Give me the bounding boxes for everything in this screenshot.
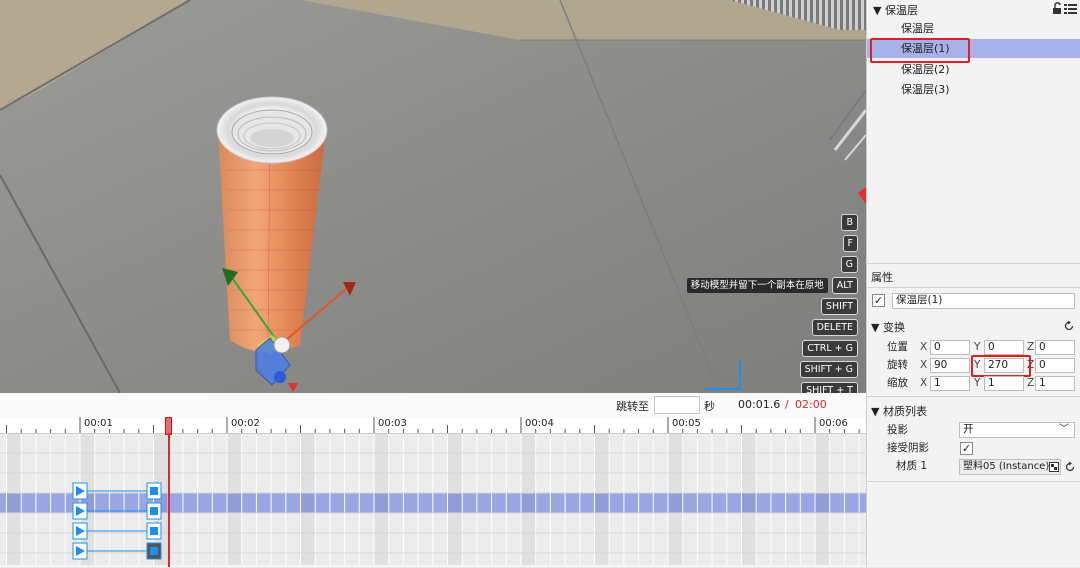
unlock-icon[interactable]: [1053, 2, 1061, 14]
scene-viewport[interactable]: B F G 移动模型并留下一个副本在原地 ALT SHIFT DELETE CT…: [0, 0, 866, 393]
scale-z-field[interactable]: 1: [1035, 376, 1075, 391]
hotkey-list: B F G 移动模型并留下一个副本在原地 ALT SHIFT DELETE CT…: [686, 214, 858, 393]
hotkey-g[interactable]: G: [840, 256, 858, 273]
hierarchy-item-label: 保温层(3): [901, 83, 950, 96]
ruler-label: 00:02: [231, 418, 260, 429]
hotkey-f[interactable]: F: [842, 235, 858, 252]
properties-header: 属性: [871, 271, 893, 284]
alt-tooltip: 移动模型并留下一个副本在原地: [686, 278, 828, 293]
divider: [867, 396, 1080, 397]
shadow-select-value: 开: [963, 423, 974, 435]
transform-title: 变换: [882, 321, 905, 334]
hotkey-ctrl-g[interactable]: CTRL + G: [802, 340, 858, 357]
chevron-down-icon: ﹀: [1059, 424, 1069, 435]
timeline-panel: 跳转至 秒 00:01.6 / 02:00 00:01 00:02 00:03 …: [0, 393, 866, 568]
hotkey-shift-g[interactable]: SHIFT + G: [799, 361, 858, 378]
ruler-ticks: [6, 417, 860, 433]
hierarchy-root-label: 保温层: [884, 4, 918, 17]
axis-x-label: X: [920, 341, 928, 353]
position-x-field[interactable]: 0: [930, 340, 970, 355]
object-enabled-checkbox[interactable]: ✓: [872, 294, 885, 307]
hotkey-alt[interactable]: ALT: [831, 277, 858, 294]
shadow-label: 投影: [887, 424, 908, 436]
axis-z-label: Z: [1027, 341, 1035, 353]
timeline-header: 跳转至 秒 00:01.6 / 02:00: [0, 393, 866, 417]
keyframes-layer: [72, 482, 162, 560]
position-label: 位置: [887, 341, 908, 353]
divider: [867, 263, 1080, 264]
material-picker-icon[interactable]: [1049, 462, 1059, 472]
rotation-x-field[interactable]: 90: [930, 358, 970, 373]
seconds-unit-label: 秒: [704, 400, 715, 413]
highlight-box: [971, 355, 1031, 377]
collapse-triangle-icon[interactable]: ▼: [873, 4, 881, 17]
current-time: 00:01.6: [738, 398, 781, 411]
timeline-ruler[interactable]: 00:01 00:02 00:03 00:04 00:05 00:06: [0, 417, 866, 434]
scale-x-field[interactable]: 1: [930, 376, 970, 391]
scale-y-field[interactable]: 1: [984, 376, 1024, 391]
jump-to-input[interactable]: [654, 396, 700, 414]
materials-section-header[interactable]: ▼ 材质列表: [871, 403, 927, 419]
hotkey-shift[interactable]: SHIFT: [820, 298, 858, 315]
axis-y-label: Y: [974, 341, 981, 353]
keyframe-group[interactable]: [72, 522, 162, 540]
position-y-field[interactable]: 0: [984, 340, 1024, 355]
transform-section-header[interactable]: ▼ 变换: [871, 319, 905, 335]
rotation-label: 旋转: [887, 359, 908, 371]
playhead-line: [168, 433, 170, 567]
total-time: 02:00: [795, 398, 827, 411]
rotation-z-field[interactable]: 0: [1035, 358, 1075, 373]
collapse-triangle-icon[interactable]: ▼: [871, 321, 879, 334]
keyframe-group[interactable]: [72, 542, 162, 560]
hotkey-delete[interactable]: DELETE: [811, 319, 858, 336]
position-z-field[interactable]: 0: [1035, 340, 1075, 355]
hierarchy-root[interactable]: ▼ 保温层: [873, 2, 918, 18]
ruler-label: 00:06: [819, 418, 848, 429]
materials-title: 材质列表: [882, 405, 927, 418]
keyframe-group[interactable]: [72, 502, 162, 520]
jump-to-label: 跳转至: [616, 400, 649, 413]
hierarchy-item[interactable]: 保温层(2): [867, 60, 1080, 79]
axis-z-label: Z: [1027, 377, 1035, 389]
hierarchy-item[interactable]: 保温层(3): [867, 80, 1080, 99]
hierarchy-item-label: 保温层(2): [901, 63, 950, 76]
hierarchy-toolbar: [1052, 2, 1078, 18]
reset-icon[interactable]: [1064, 461, 1076, 473]
scale-label: 缩放: [887, 377, 908, 389]
ruler-label: 00:01: [84, 418, 113, 429]
hotkey-b[interactable]: B: [841, 214, 858, 231]
reset-icon[interactable]: [1063, 320, 1075, 332]
divider: [867, 481, 1080, 482]
divider: [867, 287, 1080, 288]
receive-shadow-checkbox[interactable]: ✓: [960, 442, 973, 455]
ruler-label: 00:03: [378, 418, 407, 429]
ruler-label: 00:04: [525, 418, 554, 429]
right-panel: ▼ 保温层 保温层 保温层(1) 保温层(2) 保温层(3) 属性 ✓ 保温层(…: [866, 0, 1080, 567]
axis-y-label: Y: [974, 377, 981, 389]
hotkey-shift-t[interactable]: SHIFT + T: [801, 382, 858, 393]
material-value: 塑料05 (Instance): [963, 461, 1050, 472]
receive-shadow-label: 接受阴影: [887, 442, 929, 454]
collapse-triangle-icon[interactable]: ▼: [871, 405, 879, 418]
axis-x-label: X: [920, 377, 928, 389]
hierarchy-item-label: 保温层: [901, 22, 934, 35]
list-menu-icon[interactable]: [1064, 4, 1077, 14]
keyframe-group[interactable]: [72, 482, 162, 500]
material-label: 材质 1: [896, 460, 928, 472]
axis-x-label: X: [920, 359, 928, 371]
ruler-label: 00:05: [672, 418, 701, 429]
shadow-select[interactable]: 开 ﹀: [959, 422, 1075, 438]
object-name-field[interactable]: 保温层(1): [892, 293, 1075, 309]
time-separator: /: [785, 398, 789, 411]
material-field[interactable]: 塑料05 (Instance): [959, 459, 1061, 475]
hierarchy-item[interactable]: 保温层: [867, 19, 1080, 38]
